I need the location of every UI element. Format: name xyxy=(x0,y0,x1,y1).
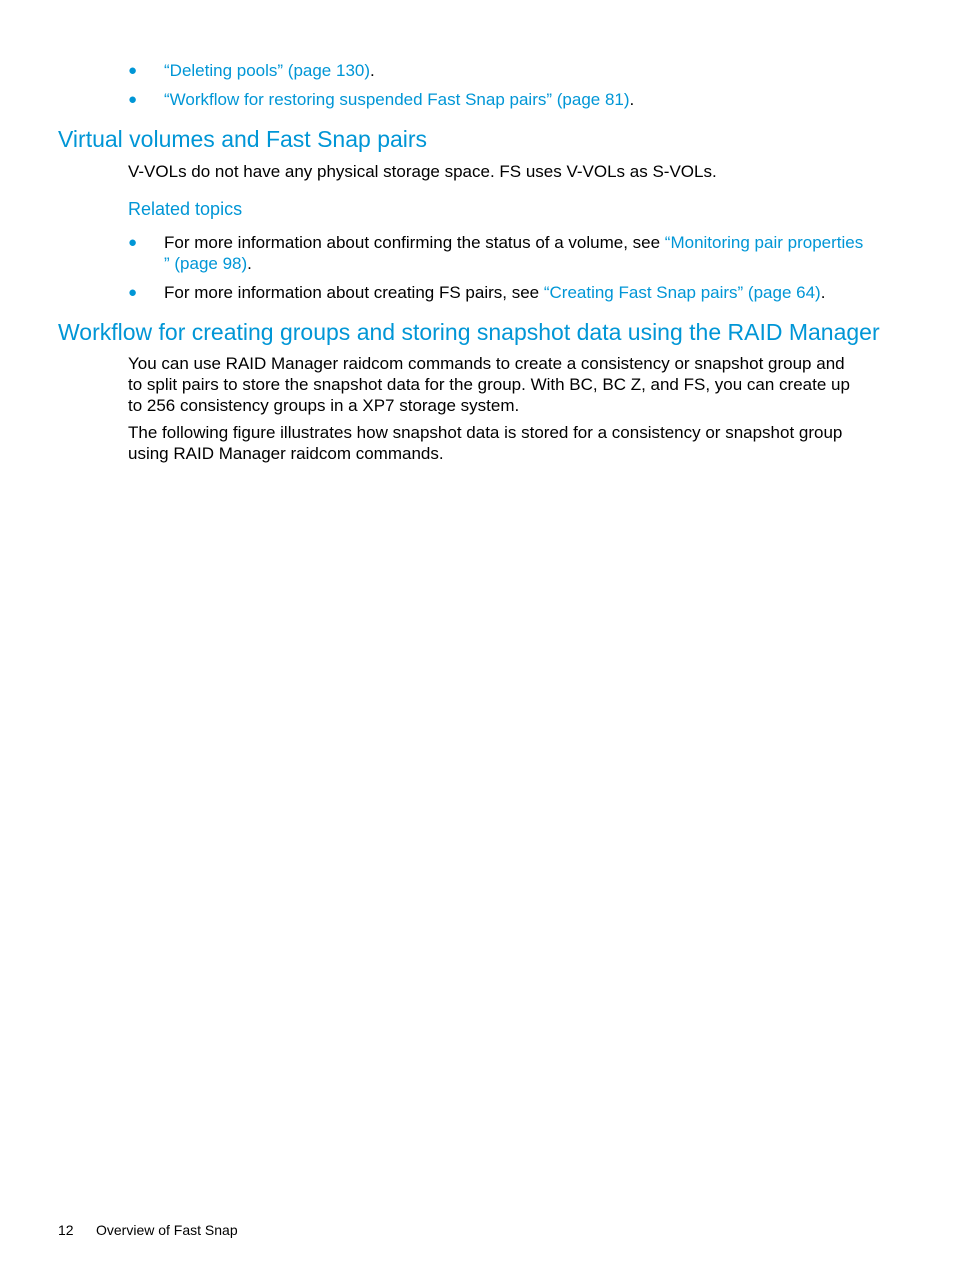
section-body: V-VOLs do not have any physical storage … xyxy=(128,162,717,181)
bullet-icon: ● xyxy=(128,91,138,108)
section-paragraph-1: You can use RAID Manager raidcom command… xyxy=(128,353,868,416)
punctuation: . xyxy=(820,283,826,302)
bullet-icon: ● xyxy=(128,284,138,301)
section-paragraph-2: The following figure illustrates how sna… xyxy=(128,422,868,464)
punctuation: . xyxy=(370,61,375,80)
paragraph-line: to 256 consistency groups in a XP7 stora… xyxy=(128,396,520,415)
paragraph-line: to split pairs to store the snapshot dat… xyxy=(128,375,850,394)
page-number: 12 xyxy=(58,1222,74,1238)
link-monitoring-pair-properties[interactable]: “Monitoring pair properties xyxy=(665,233,863,252)
document-page: ● “Deleting pools” (page 130). ● “Workfl… xyxy=(0,0,954,1271)
chapter-title: Overview of Fast Snap xyxy=(96,1222,238,1238)
link-creating-fast-snap-pairs[interactable]: “Creating Fast Snap pairs” (page 64) xyxy=(544,283,821,302)
link-monitoring-pair-properties-page[interactable]: ” (page 98) xyxy=(164,254,247,273)
bullet-icon: ● xyxy=(128,62,138,79)
punctuation: . xyxy=(247,254,252,273)
section-heading-workflow-raid-manager: Workflow for creating groups and storing… xyxy=(58,319,880,345)
paragraph-line: The following figure illustrates how sna… xyxy=(128,423,843,442)
punctuation: . xyxy=(629,90,635,109)
paragraph-line: You can use RAID Manager raidcom command… xyxy=(128,354,845,373)
list-item-text: For more information about confirming th… xyxy=(164,233,665,252)
bullet-icon: ● xyxy=(128,234,138,251)
related-topics-heading: Related topics xyxy=(128,199,243,219)
link-workflow-restoring[interactable]: “Workflow for restoring suspended Fast S… xyxy=(164,90,630,109)
link-deleting-pools[interactable]: “Deleting pools” (page 130) xyxy=(164,61,370,80)
section-heading-virtual-volumes: Virtual volumes and Fast Snap pairs xyxy=(58,126,428,152)
list-item-text: For more information about creating FS p… xyxy=(164,283,544,302)
paragraph-line: using RAID Manager raidcom commands. xyxy=(128,444,444,463)
